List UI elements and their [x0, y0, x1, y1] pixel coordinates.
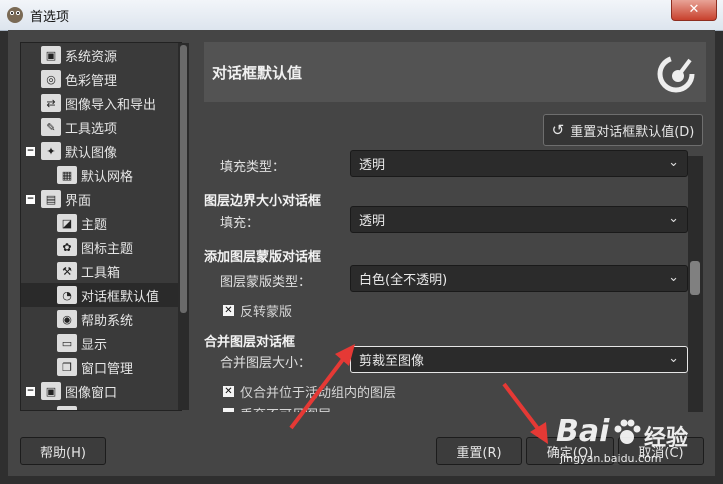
expander-default-image[interactable]: − [26, 147, 35, 156]
chevron-down-icon: ⌄ [668, 351, 679, 366]
invert-mask-checkbox[interactable]: ✕ [223, 305, 234, 316]
image-window-icon: ▣ [41, 382, 61, 400]
sidebar-item-tool-options[interactable]: ✎ 工具选项 [41, 115, 117, 139]
sidebar-scrollbar-thumb[interactable] [180, 45, 187, 313]
interface-icon: ▤ [41, 190, 61, 208]
invert-mask-checkbox-row[interactable]: ✕ 反转蒙版 [223, 301, 292, 320]
cancel-button[interactable]: 取消(C) [618, 437, 704, 465]
window-title: 首选项 [30, 10, 70, 25]
sidebar-item-icon-theme[interactable]: ✿ 图标主题 [57, 235, 133, 259]
close-button[interactable]: ✕ [671, 0, 717, 21]
icon-theme-icon: ✿ [57, 238, 77, 256]
sidebar-item-display[interactable]: ▭ 显示 [57, 331, 107, 355]
reset-icon: ↺ [551, 121, 565, 139]
annotation-arrow-merge-size [289, 344, 355, 430]
fill-type-select[interactable]: 透明 ⌄ [350, 150, 688, 177]
sidebar-item-color-management[interactable]: ◎ 色彩管理 [41, 67, 117, 91]
content-scrollbar-thumb[interactable] [690, 261, 700, 295]
merge-layer-size-select[interactable]: 剪裁至图像 ⌄ [350, 346, 688, 373]
sidebar-item-help-system[interactable]: ◉ 帮助系统 [57, 307, 133, 331]
layer-boundary-fill-label: 填充： [220, 216, 260, 231]
tool-options-icon: ✎ [41, 118, 61, 136]
expander-image-window[interactable]: − [26, 387, 35, 396]
discard-invisible-checkbox[interactable] [223, 408, 234, 412]
merge-active-group-checkbox[interactable]: ✕ [223, 386, 234, 397]
reset-dialog-defaults-button[interactable]: ↺ 重置对话框默认值(D) [543, 114, 703, 146]
layer-mask-type-select[interactable]: 白色(全不透明) ⌄ [350, 265, 688, 292]
sidebar-item-theme[interactable]: ◪ 主题 [57, 211, 107, 235]
help-system-icon: ◉ [57, 310, 77, 328]
chevron-down-icon: ⌄ [668, 155, 679, 170]
sidebar-scrollbar[interactable] [178, 43, 189, 410]
settings-content: 填充类型： 透明 ⌄ 图层边界大小对话框 填充： 透明 ⌄ 添加图层蒙版对话框 图层… [204, 150, 688, 412]
image-import-icon: ⇄ [41, 94, 61, 112]
display-icon: ▭ [57, 334, 77, 352]
color-circles-icon: ◎ [41, 70, 61, 88]
sidebar-item-window-management[interactable]: ❐ 窗口管理 [57, 355, 133, 379]
gimp-app-icon [7, 7, 23, 23]
expander-interface[interactable]: − [26, 195, 35, 204]
window-management-icon: ❐ [57, 358, 77, 376]
sidebar-item-dialog-defaults[interactable]: ◔ 对话框默认值 [21, 283, 181, 307]
page-header: 对话框默认值 [204, 42, 706, 102]
sidebar-item-interface[interactable]: ▤ 界面 [41, 187, 91, 211]
theme-icon: ◪ [57, 214, 77, 232]
layer-mask-type-label: 图层蒙版类型： [220, 275, 312, 290]
annotation-arrow-ok [502, 382, 548, 444]
grid-icon: ▦ [57, 166, 77, 184]
dialog-defaults-icon: ◔ [57, 286, 77, 304]
sidebar-item-default-grid[interactable]: ▦ 默认网格 [57, 163, 133, 187]
appearance-icon: ▥ [57, 406, 77, 410]
sidebar-item-default-image[interactable]: ✦ 默认图像 [41, 139, 117, 163]
default-image-icon: ✦ [41, 142, 61, 160]
layer-boundary-title: 图层边界大小对话框 [204, 194, 322, 209]
help-button[interactable]: 帮助(H) [20, 437, 106, 465]
gimp-logo-icon [657, 55, 695, 93]
title-bar: 首选项 ✕ [0, 0, 723, 31]
toolbox-icon: ⚒ [57, 262, 77, 280]
merge-layers-title: 合并图层对话框 [204, 335, 296, 350]
sidebar-item-system-resources[interactable]: ▣ 系统资源 [41, 43, 117, 67]
chevron-down-icon: ⌄ [668, 211, 679, 226]
preferences-tree: ▣ 系统资源 ◎ 色彩管理 ⇄ 图像导入和导出 ✎ 工具选项 − ✦ 默认图像 ▦ 默认网格… [20, 42, 182, 411]
sidebar-item-appearance[interactable]: ▥外观 [57, 403, 107, 410]
sidebar-item-image-import-export[interactable]: ⇄ 图像导入和导出 [41, 91, 156, 115]
sidebar-item-toolbox[interactable]: ⚒ 工具箱 [57, 259, 120, 283]
fill-type-label: 填充类型： [220, 160, 286, 175]
layer-boundary-fill-select[interactable]: 透明 ⌄ [350, 206, 688, 233]
sidebar-item-image-window[interactable]: ▣ 图像窗口 [41, 379, 117, 403]
content-scrollbar[interactable] [688, 156, 703, 412]
chip-icon: ▣ [41, 46, 61, 64]
chevron-down-icon: ⌄ [668, 270, 679, 285]
add-layer-mask-title: 添加图层蒙版对话框 [204, 250, 322, 265]
page-title: 对话框默认值 [212, 64, 303, 82]
